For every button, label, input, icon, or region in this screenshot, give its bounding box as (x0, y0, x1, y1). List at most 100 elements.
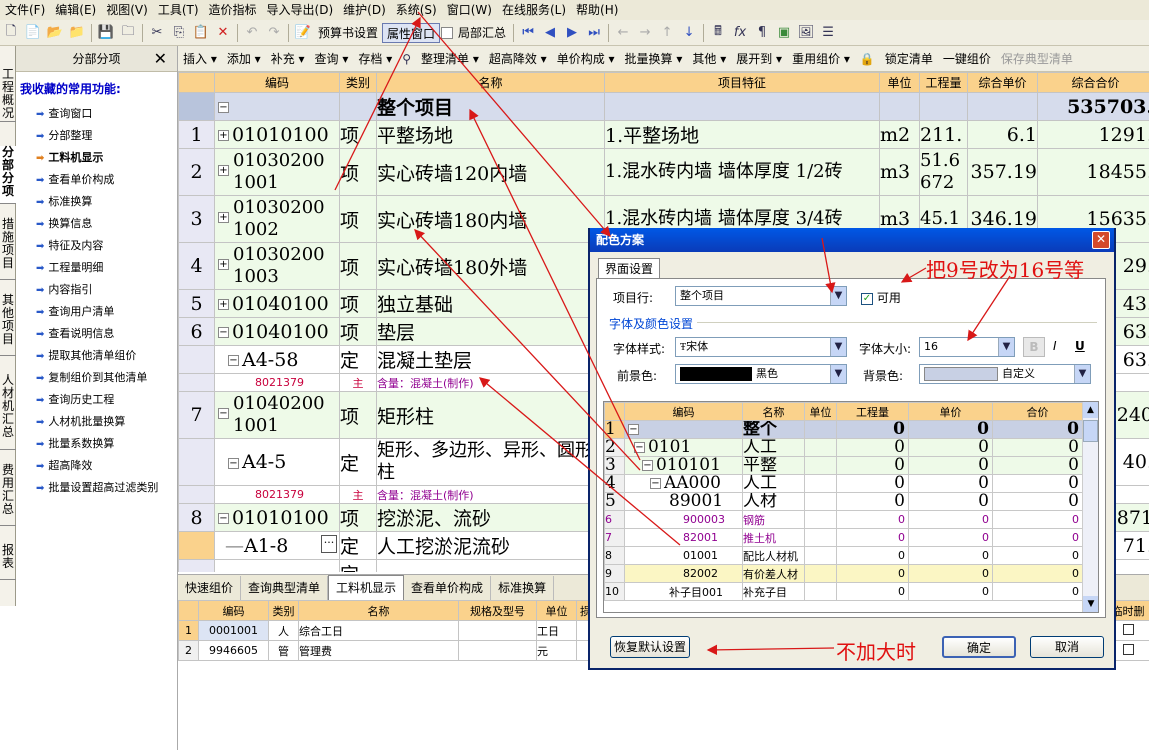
new-doc-icon[interactable]: 📄 (23, 23, 43, 43)
scroll-down-icon[interactable]: ▼ (1083, 596, 1098, 612)
partial-summary-button[interactable]: 局部汇总 (454, 23, 510, 43)
expand-icon[interactable]: + (218, 165, 229, 176)
vtab-labor-material-summary[interactable]: 人材机汇总 (0, 374, 16, 450)
menu-system[interactable]: 系统(S) (391, 0, 442, 20)
property-window-button[interactable]: 属性窗口 (382, 22, 441, 43)
col-header[interactable]: 编码 (214, 72, 340, 93)
scroll-thumb[interactable] (1083, 420, 1098, 442)
col-header[interactable]: 单位 (536, 600, 577, 621)
font-size-select[interactable]: 16 ▼ (919, 337, 1015, 357)
query-button[interactable]: 查询 ▾ (310, 50, 354, 67)
fg-color-select[interactable]: 黑色 ▼ (675, 364, 847, 384)
fav-item[interactable]: ➡ 复制组价到其他清单 (36, 367, 147, 389)
fav-item[interactable]: ➡ 查看单价构成 (36, 169, 114, 191)
organize-list-button[interactable]: 整理清单 ▾ (416, 50, 484, 67)
tab-typical-list[interactable]: 查询典型清单 (241, 575, 329, 600)
col-header[interactable]: 项目特征 (604, 72, 880, 93)
save-all-icon[interactable]: 🗀 (118, 23, 138, 43)
reuse-pricing-button[interactable]: 重用组价 ▾ (787, 50, 855, 67)
paste-icon[interactable]: 📋 (191, 23, 211, 43)
menu-window[interactable]: 窗口(W) (442, 0, 497, 20)
fav-item[interactable]: ➡ 提取其他清单组价 (36, 345, 136, 367)
first-icon[interactable]: ⏮ (518, 23, 538, 43)
delete-icon[interactable]: ✕ (213, 23, 233, 43)
restore-default-button[interactable]: 恢复默认设置 (610, 636, 690, 658)
vtab-project-overview[interactable]: 工程概况 (0, 68, 16, 122)
enable-checkbox[interactable]: ✓ 可用 (861, 289, 901, 306)
checkbox[interactable] (1122, 643, 1134, 655)
expand-icon[interactable]: + (218, 299, 229, 310)
table-row[interactable]: 1 +01010100 项 平整场地 1.平整场地 m2 211. 6.1 12… (178, 120, 1149, 149)
vtab-sub-items[interactable]: 分部分项 (0, 146, 16, 204)
col-header[interactable]: 综合单价 (967, 72, 1038, 93)
menu-edit[interactable]: 编辑(E) (50, 0, 101, 20)
tab-labor-material[interactable]: 工料机显示 (328, 575, 405, 600)
menu-file[interactable]: 文件(F) (0, 0, 50, 20)
right-arrow-icon[interactable]: → (635, 23, 655, 43)
dialog-titlebar[interactable]: 配色方案 ✕ (590, 228, 1114, 252)
menu-online-service[interactable]: 在线服务(L) (497, 0, 571, 20)
add-button[interactable]: 添加 ▾ (222, 50, 266, 67)
tab-standard-convert[interactable]: 标准换算 (491, 575, 555, 600)
collapse-icon[interactable]: − (218, 102, 229, 113)
expand-icon[interactable]: + (218, 259, 229, 270)
col-header[interactable]: 单位 (879, 72, 920, 93)
fav-item[interactable]: ➡ 特征及内容 (36, 235, 103, 257)
menu-help[interactable]: 帮助(H) (571, 0, 623, 20)
vtab-measures[interactable]: 措施项目 (0, 218, 16, 280)
copy-icon[interactable]: ⎘ (169, 23, 189, 43)
item-row-select[interactable]: 整个项目 ▼ (675, 286, 847, 306)
redo-icon[interactable]: ↷ (264, 23, 284, 43)
col-header[interactable]: 名称 (298, 600, 459, 621)
bold-button[interactable]: B (1023, 337, 1045, 357)
expand-icon[interactable]: + (218, 212, 229, 223)
vtab-report[interactable]: 报表 (0, 544, 16, 580)
open-folder-icon[interactable]: 📂 (45, 23, 65, 43)
table-row[interactable]: − 整个项目 535703. (178, 92, 1149, 121)
fav-item[interactable]: ➡ 超高降效 (36, 455, 92, 477)
fav-item[interactable]: ➡ 查看说明信息 (36, 323, 114, 345)
font-style-select[interactable]: Ŧ宋体 ▼ (675, 337, 847, 357)
more-icon[interactable]: ··· (321, 535, 337, 553)
color-scheme-icon[interactable]: ▣ (774, 23, 794, 43)
fav-item[interactable]: ➡ 查询窗口 (36, 103, 92, 125)
one-click-pricing-button[interactable]: 一键组价 (938, 50, 996, 67)
underline-button[interactable]: U (1075, 339, 1085, 353)
height-reduction-button[interactable]: 超高降效 ▾ (484, 50, 552, 67)
save-icon[interactable]: 💾 (96, 23, 116, 43)
col-header[interactable]: 类别 (268, 600, 299, 621)
col-header[interactable]: 规格及型号 (458, 600, 537, 621)
supplement-button[interactable]: 补充 ▾ (266, 50, 310, 67)
collapse-icon[interactable]: − (218, 408, 229, 419)
budget-settings-button[interactable]: 预算书设置 (314, 23, 382, 43)
scroll-up-icon[interactable]: ▲ (1083, 402, 1098, 418)
checkbox[interactable] (1122, 623, 1134, 635)
paragraph-icon[interactable]: ¶ (752, 23, 772, 43)
menu-import-export[interactable]: 导入导出(D) (262, 0, 339, 20)
archive-button[interactable]: 存档 ▾ (353, 50, 397, 67)
menu-view[interactable]: 视图(V) (101, 0, 153, 20)
fav-item[interactable]: ➡ 批量设置超高过滤类别 (36, 477, 158, 499)
fav-item[interactable]: ➡ 批量系数换算 (36, 433, 114, 455)
fav-item[interactable]: ➡ 分部整理 (36, 125, 92, 147)
col-header[interactable]: 名称 (376, 72, 605, 93)
collapse-icon[interactable]: − (228, 457, 239, 469)
new-file-icon[interactable]: 🗋 (1, 23, 21, 43)
collapse-icon[interactable]: − (228, 355, 239, 366)
col-header[interactable]: 综合合价 (1037, 72, 1149, 93)
fav-item[interactable]: ➡ 标准换算 (36, 191, 92, 213)
up-arrow-icon[interactable]: ↑ (657, 23, 677, 43)
tab-interface-settings[interactable]: 界面设置 (598, 258, 661, 278)
ok-button[interactable]: 确定 (942, 636, 1016, 658)
fav-item[interactable]: ➡ 换算信息 (36, 213, 92, 235)
vtab-cost-summary[interactable]: 费用汇总 (0, 464, 16, 526)
image-icon[interactable]: 🖼 (796, 23, 816, 43)
cancel-button[interactable]: 取消 (1030, 636, 1104, 658)
col-header[interactable]: 类别 (339, 72, 377, 93)
fav-item[interactable]: ➡ 人材机批量换算 (36, 411, 125, 433)
formula-icon[interactable]: fx (730, 23, 750, 43)
fav-item[interactable]: ➡ 工料机显示 (36, 147, 103, 169)
save-typical-list-button[interactable]: 保存典型清单 (996, 50, 1078, 67)
prev-icon[interactable]: ◀ (540, 23, 560, 43)
tab-quick-pricing[interactable]: 快速组价 (178, 575, 242, 600)
